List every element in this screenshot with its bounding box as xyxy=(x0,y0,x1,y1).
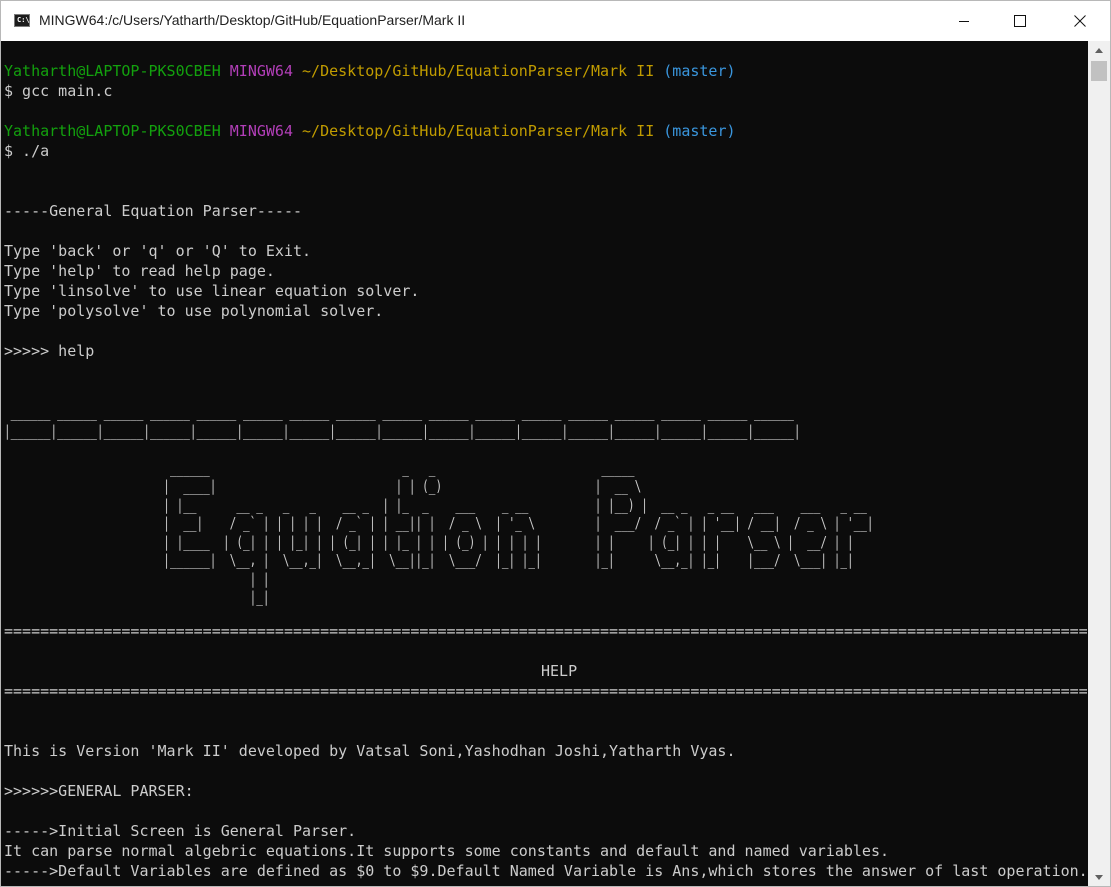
prompt-branch: (master) xyxy=(663,122,736,140)
prompt-path: ~/Desktop/GitHub/EquationParser/Mark II xyxy=(302,122,655,140)
instruction-line: Type 'back' or 'q' or 'Q' to Exit. xyxy=(4,242,312,260)
help-line: It can parse normal algebric equations.I… xyxy=(4,842,890,860)
prompt-line: Yatharth@LAPTOP-PKS0CBEH MINGW64 ~/Deskt… xyxy=(4,61,736,81)
separator-line: ========================================… xyxy=(4,682,1088,700)
maximize-button[interactable] xyxy=(991,1,1049,41)
help-line: ----->Initial Screen is General Parser. xyxy=(4,822,357,840)
prompt-system: MINGW64 xyxy=(229,122,293,140)
terminal-output[interactable]: Yatharth@LAPTOP-PKS0CBEH MINGW64 ~/Deskt… xyxy=(1,41,1088,886)
scroll-down-button[interactable] xyxy=(1088,868,1110,886)
prompt-branch: (master) xyxy=(663,62,736,80)
close-button[interactable] xyxy=(1051,1,1109,41)
minimize-icon xyxy=(959,21,969,22)
minimize-button[interactable] xyxy=(935,1,993,41)
section-heading: >>>>>>GENERAL PARSER: xyxy=(4,782,194,800)
title-bar[interactable]: C:\ MINGW64:/c/Users/Yatharth/Desktop/Gi… xyxy=(1,1,1110,42)
user-input-line: >>>>> help xyxy=(4,342,95,360)
window-title: MINGW64:/c/Users/Yatharth/Desktop/GitHub… xyxy=(39,12,466,28)
scroll-up-button[interactable] xyxy=(1088,41,1110,59)
parser-banner: -----General Equation Parser----- xyxy=(4,202,303,220)
terminal-app-icon: C:\ xyxy=(14,14,30,27)
chevron-down-icon xyxy=(1095,874,1103,880)
help-line: ----->Default Variables are defined as $… xyxy=(4,862,1088,880)
maximize-icon xyxy=(1014,15,1026,27)
prompt-system: MINGW64 xyxy=(229,62,293,80)
command-line: $ ./a xyxy=(4,142,50,160)
instruction-line: Type 'linsolve' to use linear equation s… xyxy=(4,282,420,300)
prompt-user: Yatharth@LAPTOP-PKS0CBEH xyxy=(4,122,221,140)
prompt-line: Yatharth@LAPTOP-PKS0CBEH MINGW64 ~/Deskt… xyxy=(4,121,736,141)
prompt-path: ~/Desktop/GitHub/EquationParser/Mark II xyxy=(302,62,655,80)
terminal-window: C:\ MINGW64:/c/Users/Yatharth/Desktop/Gi… xyxy=(0,0,1111,887)
ascii-art-logo: ______ ______ ______ ______ ______ _____… xyxy=(4,403,874,606)
instruction-line: Type 'help' to read help page. xyxy=(4,262,275,280)
command-line: $ gcc main.c xyxy=(4,82,113,100)
app-icon-text: C:\ xyxy=(17,16,30,24)
separator-line: ========================================… xyxy=(4,622,1088,640)
chevron-up-icon xyxy=(1095,47,1103,53)
prompt-user: Yatharth@LAPTOP-PKS0CBEH xyxy=(4,62,221,80)
scrollbar-thumb[interactable] xyxy=(1091,61,1107,81)
close-icon xyxy=(1074,15,1086,27)
help-title: HELP xyxy=(541,662,578,680)
instruction-line: Type 'polysolve' to use polynomial solve… xyxy=(4,302,384,320)
version-text: This is Version 'Mark II' developed by V… xyxy=(4,742,736,760)
vertical-scrollbar[interactable] xyxy=(1088,41,1110,886)
